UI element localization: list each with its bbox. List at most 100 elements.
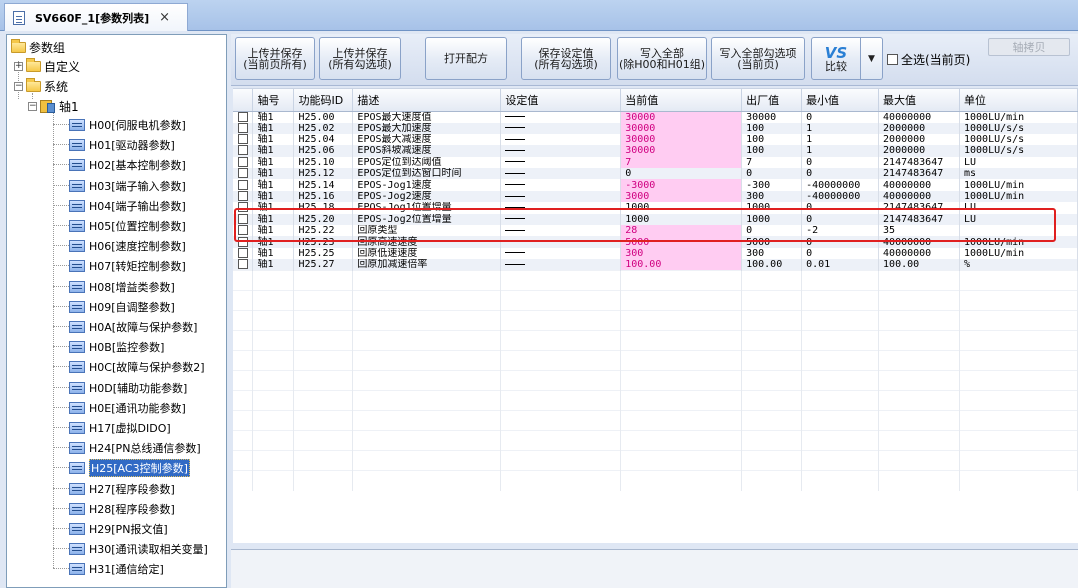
- checkbox-icon[interactable]: [238, 156, 248, 167]
- row-checkbox-cell[interactable]: [233, 236, 254, 248]
- row-checkbox-cell[interactable]: [233, 259, 254, 271]
- table-row[interactable]: 轴1 H25.25 回原低速速度 300 300 0 40000000 1000LU/min: [233, 247, 1078, 260]
- tree-item-param-group[interactable]: H03[端子输入参数]: [69, 176, 186, 196]
- tree-item-param-group[interactable]: H06[速度控制参数]: [69, 236, 186, 256]
- table-row[interactable]: 轴1 H25.14 EPOS-Jog1速度 -3000 -300 -40000000 400…: [233, 179, 1078, 191]
- tree-item-param-group[interactable]: H30[通讯读取相关变量]: [69, 539, 208, 559]
- current-value-cell[interactable]: 0: [620, 168, 743, 180]
- tree-item-param-group[interactable]: H31[通信给定]: [69, 559, 164, 579]
- tree-item-param-group[interactable]: H02[基本控制参数]: [69, 155, 186, 175]
- table-row[interactable]: 轴1 H25.06 EPOS斜坡减速度 30000 100 1 2000000 1000LU/…: [233, 145, 1078, 157]
- row-checkbox-cell[interactable]: [233, 213, 254, 226]
- tree-item-param-group[interactable]: H08[增益类参数]: [69, 277, 175, 297]
- current-value-cell[interactable]: 28: [620, 225, 743, 237]
- row-checkbox-cell[interactable]: [233, 179, 254, 191]
- table-row[interactable]: 轴1 H25.27 回原加减速倍率 100.00 100.00 0.01 100.00%: [233, 259, 1078, 271]
- setting-cell[interactable]: [500, 133, 622, 146]
- current-value-cell[interactable]: 100.00: [620, 259, 743, 271]
- tree-item-param-group[interactable]: H0D[辅助功能参数]: [69, 378, 187, 398]
- write-all-checked-button[interactable]: 写入全部勾选项 (当前页): [711, 37, 805, 80]
- row-checkbox-cell[interactable]: [233, 122, 254, 134]
- tree-item-param-group[interactable]: H0C[故障与保护参数2]: [69, 357, 205, 377]
- current-value-cell[interactable]: 30000: [620, 122, 743, 134]
- tree-node-system[interactable]: − 系统: [14, 76, 68, 96]
- tree-node-custom[interactable]: + 自定义: [14, 56, 80, 76]
- column-header[interactable]: 描述: [352, 89, 502, 112]
- write-all-button[interactable]: 写入全部 (除H00和H01组): [617, 37, 707, 80]
- tree-item-param-group[interactable]: H29[PN报文值]: [69, 519, 168, 539]
- setting-cell[interactable]: [500, 202, 622, 214]
- collapse-icon[interactable]: −: [28, 101, 37, 111]
- table-row[interactable]: 轴1 H25.22 回原类型 28 0 -2 35: [233, 225, 1078, 237]
- upload-save-page-button[interactable]: 上传并保存 (当前页所有): [235, 37, 315, 80]
- table-row[interactable]: 轴1 H25.00 EPOS最大速度值 30000 30000 0 40000000 1000…: [233, 111, 1078, 123]
- current-value-cell[interactable]: 30000: [620, 133, 743, 146]
- setting-cell[interactable]: [500, 145, 622, 157]
- compare-button[interactable]: VS 比较: [811, 37, 861, 80]
- table-row[interactable]: 轴1 H25.18 EPOS-Jog1位置增量 1000 1000 0 2147483647…: [233, 202, 1078, 214]
- checkbox-icon[interactable]: [238, 145, 248, 156]
- checkbox-icon[interactable]: [238, 122, 248, 133]
- row-checkbox-cell[interactable]: [233, 225, 254, 237]
- table-row[interactable]: 轴1 H25.02 EPOS最大加速度 30000 100 1 2000000 1000LU/…: [233, 122, 1078, 134]
- tree-item-param-group[interactable]: H01[驱动器参数]: [69, 135, 175, 155]
- table-row[interactable]: 轴1 H25.10 EPOS定位到达阈值 7 7 0 2147483647 LU: [233, 156, 1078, 169]
- tree-node-axis1[interactable]: − 轴1: [28, 96, 79, 116]
- row-checkbox-cell[interactable]: [233, 145, 254, 157]
- tree-item-param-group[interactable]: H0B[监控参数]: [69, 337, 164, 357]
- row-checkbox-cell[interactable]: [233, 247, 254, 260]
- compare-dropdown-icon[interactable]: ▼: [861, 37, 883, 80]
- column-header[interactable]: 功能码ID: [293, 89, 354, 112]
- row-checkbox-cell[interactable]: [233, 190, 254, 203]
- row-checkbox-cell[interactable]: [233, 156, 254, 169]
- open-recipe-button[interactable]: 打开配方: [425, 37, 507, 80]
- copy-axis-button[interactable]: 轴拷贝: [988, 38, 1070, 56]
- checkbox-icon[interactable]: [238, 236, 248, 247]
- checkbox-icon[interactable]: [238, 168, 248, 179]
- checkbox-icon[interactable]: [238, 191, 248, 202]
- column-header[interactable]: 设定值: [500, 89, 622, 112]
- tree-item-param-group[interactable]: H04[端子输出参数]: [69, 196, 186, 216]
- tree-node-root[interactable]: 参数组: [11, 37, 65, 57]
- tree-item-param-group[interactable]: H09[自调整参数]: [69, 297, 175, 317]
- row-checkbox-cell[interactable]: [233, 133, 254, 146]
- column-header[interactable]: 当前值: [620, 89, 743, 112]
- current-value-cell[interactable]: -3000: [620, 179, 743, 191]
- tree-item-param-group[interactable]: H24[PN总线通信参数]: [69, 438, 201, 458]
- setting-cell[interactable]: [500, 259, 622, 271]
- current-value-cell[interactable]: 7: [620, 156, 743, 169]
- setting-cell[interactable]: [500, 213, 622, 226]
- tree-item-param-group[interactable]: H0E[通讯功能参数]: [69, 398, 186, 418]
- tree-item-param-group[interactable]: H00[伺服电机参数]: [69, 115, 186, 135]
- setting-cell[interactable]: [500, 225, 622, 237]
- tree-item-param-group[interactable]: H05[位置控制参数]: [69, 216, 186, 236]
- checkbox-icon[interactable]: [238, 225, 248, 236]
- setting-cell[interactable]: [500, 122, 622, 134]
- tree-item-param-group[interactable]: H07[转矩控制参数]: [69, 256, 186, 276]
- tree-item-param-group[interactable]: H17[虚拟DIDO]: [69, 418, 171, 438]
- row-checkbox-cell[interactable]: [233, 202, 254, 214]
- column-header[interactable]: 最大值: [878, 89, 960, 112]
- setting-cell[interactable]: [500, 168, 622, 180]
- setting-cell[interactable]: [500, 190, 622, 203]
- checkbox-icon[interactable]: [887, 54, 898, 65]
- expand-icon[interactable]: +: [14, 61, 23, 71]
- setting-cell[interactable]: [500, 247, 622, 260]
- table-row[interactable]: 轴1 H25.12 EPOS定位到达窗口时间 0 0 0 2147483647 ms: [233, 168, 1078, 180]
- column-header[interactable]: [233, 89, 254, 112]
- current-value-cell[interactable]: 1000: [620, 202, 743, 214]
- checkbox-icon[interactable]: [238, 213, 248, 224]
- current-value-cell[interactable]: 5000: [620, 236, 743, 248]
- setting-cell[interactable]: [500, 156, 622, 169]
- column-header[interactable]: 单位: [959, 89, 1078, 112]
- tree-item-param-group[interactable]: H25[AC3控制参数]: [69, 458, 190, 478]
- current-value-cell[interactable]: 300: [620, 247, 743, 260]
- table-row[interactable]: 轴1 H25.04 EPOS最大减速度 30000 100 1 2000000 1000LU/…: [233, 133, 1078, 146]
- column-header[interactable]: 轴号: [252, 89, 295, 112]
- setting-cell[interactable]: [500, 236, 622, 248]
- row-checkbox-cell[interactable]: [233, 111, 254, 123]
- close-tab-icon[interactable]: ×: [159, 10, 170, 25]
- checkbox-icon[interactable]: [238, 202, 248, 213]
- current-value-cell[interactable]: 30000: [620, 145, 743, 157]
- document-tab[interactable]: SV660F_1[参数列表] ×: [4, 3, 188, 31]
